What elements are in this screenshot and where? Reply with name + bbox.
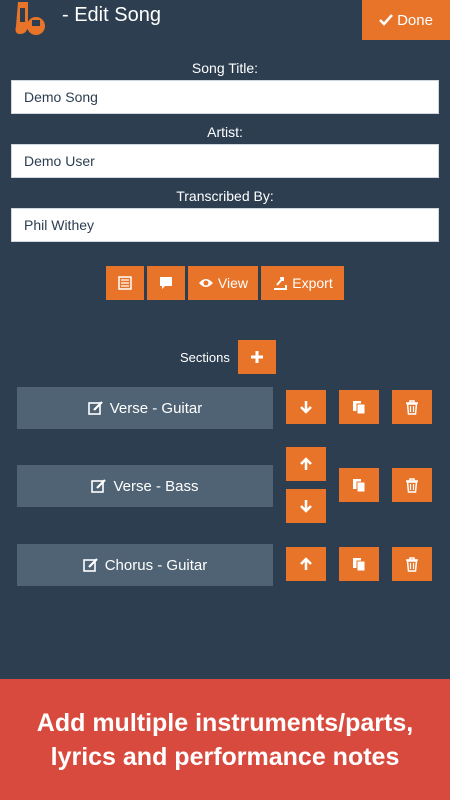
export-icon [274, 277, 288, 290]
sections-header: Sections [180, 340, 276, 374]
trash-icon [406, 478, 418, 493]
list-button[interactable] [106, 266, 144, 300]
arrow-up-icon [300, 457, 312, 470]
section-name-label: Verse - Guitar [109, 399, 203, 417]
page-title: - Edit Song [62, 4, 161, 26]
arrow-up-icon [300, 557, 312, 570]
arrow-down-icon [300, 401, 312, 414]
delete-button[interactable] [392, 468, 432, 502]
copy-icon [353, 558, 366, 572]
comment-icon [160, 277, 172, 289]
transcribed-by-label: Transcribed By: [176, 188, 274, 204]
trash-icon [406, 400, 418, 415]
arrow-down-icon [300, 500, 312, 513]
view-label: View [217, 275, 248, 291]
section-name-label: Chorus - Guitar [104, 556, 208, 574]
check-icon [379, 14, 393, 26]
duplicate-button[interactable] [339, 547, 379, 581]
app-logo-icon [14, 0, 52, 36]
plus-icon [250, 351, 263, 363]
eye-icon [198, 279, 213, 287]
export-label: Export [292, 275, 333, 291]
comment-button[interactable] [147, 266, 185, 300]
list-icon [118, 276, 132, 290]
transcribed-by-input[interactable]: Phil Withey [11, 208, 439, 242]
done-button[interactable]: Done [362, 0, 450, 40]
promo-banner: Add multiple instruments/parts, lyrics a… [0, 679, 450, 800]
edit-icon [87, 401, 103, 415]
song-title-label: Song Title: [191, 60, 259, 76]
edit-icon [82, 558, 98, 572]
trash-icon [406, 557, 418, 572]
edit-icon [91, 479, 107, 493]
top-bar: - Edit Song Done [0, 0, 450, 40]
sections-label: Sections [180, 349, 230, 365]
song-toolbar: View Export [106, 266, 344, 300]
song-form: Song Title: Demo Song Artist: Demo User … [11, 56, 439, 248]
duplicate-button[interactable] [339, 390, 379, 424]
view-button[interactable]: View [188, 266, 258, 300]
artist-input[interactable]: Demo User [11, 144, 439, 178]
move-down-button[interactable] [286, 489, 326, 523]
section-edit-button[interactable]: Chorus - Guitar [17, 544, 273, 586]
move-up-button[interactable] [286, 447, 326, 481]
duplicate-button[interactable] [339, 468, 379, 502]
copy-icon [353, 401, 366, 415]
done-label: Done [397, 11, 433, 29]
copy-icon [353, 479, 366, 493]
delete-button[interactable] [392, 390, 432, 424]
move-down-button[interactable] [286, 390, 326, 424]
artist-label: Artist: [207, 124, 243, 140]
song-title-input[interactable]: Demo Song [11, 80, 439, 114]
export-button[interactable]: Export [261, 266, 344, 300]
section-edit-button[interactable]: Verse - Bass [17, 465, 273, 507]
add-section-button[interactable] [237, 340, 276, 374]
section-edit-button[interactable]: Verse - Guitar [17, 387, 273, 429]
delete-button[interactable] [392, 547, 432, 581]
section-name-label: Verse - Bass [113, 477, 199, 495]
banner-line-2: lyrics and performance notes [50, 742, 400, 771]
banner-line-1: Add multiple instruments/parts, [36, 708, 414, 737]
move-up-button[interactable] [286, 547, 326, 581]
